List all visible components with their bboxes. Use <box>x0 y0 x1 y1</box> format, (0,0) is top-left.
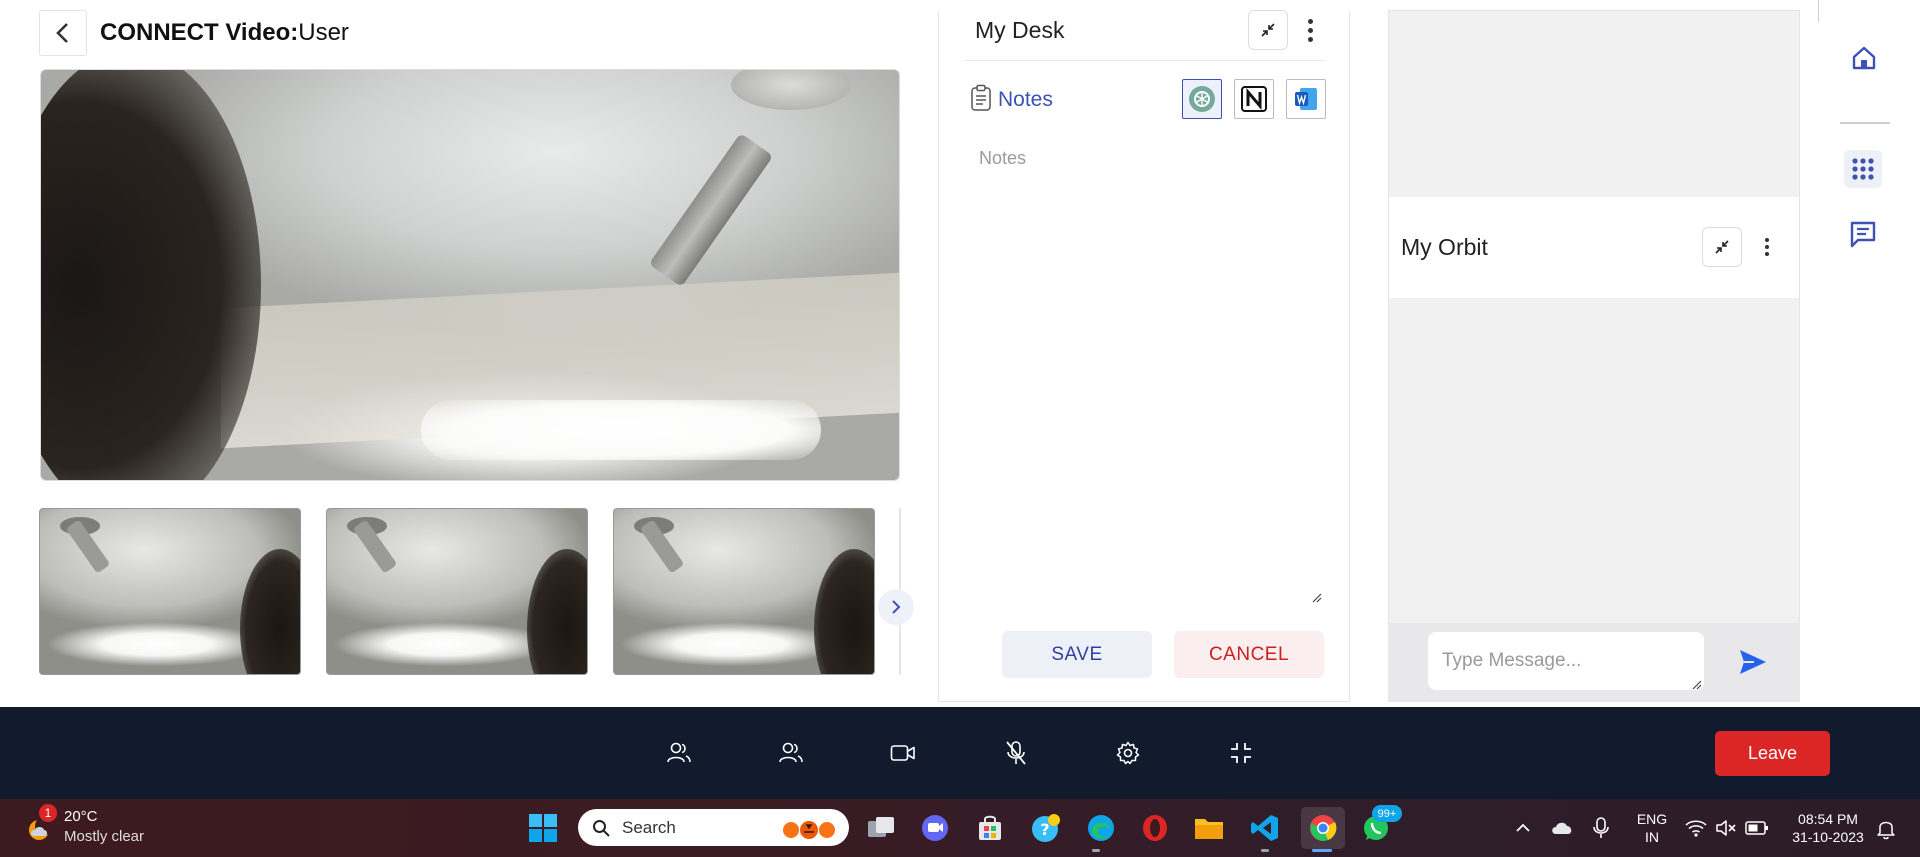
halloween-decoration-icon <box>783 820 835 839</box>
weather-temp: 20°C <box>64 808 98 825</box>
task-view-icon[interactable] <box>862 809 900 847</box>
desk-left-border <box>938 10 939 702</box>
orbit-more-icon[interactable] <box>1759 235 1775 259</box>
orbit-panel <box>1388 10 1800 702</box>
resize-grip-icon[interactable] <box>1690 677 1702 690</box>
taskbar-search[interactable]: Search <box>578 809 849 846</box>
whatsapp-badge: 99+ <box>1372 805 1402 822</box>
weather-badge: 1 <box>39 804 57 822</box>
notion-icon[interactable] <box>1234 79 1274 119</box>
edge-icon[interactable] <box>1082 809 1120 847</box>
vscode-running-indicator <box>1261 849 1269 852</box>
page-title: CONNECT Video:User <box>100 19 349 46</box>
clock-date: 31-10-2023 <box>1792 829 1864 845</box>
group-icon[interactable] <box>773 735 809 771</box>
collapse-icon <box>1715 240 1729 254</box>
clock-time: 08:54 PM <box>1798 811 1858 827</box>
notes-textarea[interactable] <box>965 140 1325 605</box>
chevron-right-icon <box>892 600 901 614</box>
volume-muted-icon[interactable] <box>1715 818 1737 838</box>
lang-bottom: IN <box>1645 829 1659 845</box>
collapse-icon <box>1261 23 1275 37</box>
vscode-icon[interactable] <box>1246 809 1284 847</box>
thumbnails-next-button[interactable] <box>878 589 914 625</box>
apps-grid-icon[interactable] <box>1844 150 1882 188</box>
rail-border <box>1818 0 1819 22</box>
battery-icon[interactable] <box>1745 819 1769 837</box>
mic-muted-icon[interactable] <box>998 735 1034 771</box>
participant-thumbnail[interactable] <box>39 508 301 675</box>
desk-header-divider <box>965 60 1325 61</box>
participants-icon[interactable] <box>661 735 697 771</box>
call-control-bar <box>0 707 1920 799</box>
participant-thumbnail[interactable] <box>326 508 588 675</box>
opera-icon[interactable] <box>1136 809 1174 847</box>
file-explorer-icon[interactable] <box>1190 809 1228 847</box>
search-icon <box>593 819 610 837</box>
desk-bottom-border <box>939 701 1350 702</box>
chrome-icon[interactable] <box>1301 807 1345 849</box>
chrome-active-indicator <box>1312 849 1332 852</box>
windows-start-icon[interactable] <box>524 809 562 847</box>
desk-right-border <box>1349 10 1350 702</box>
svg-text:?: ? <box>1040 820 1049 839</box>
desk-collapse-button[interactable] <box>1248 10 1288 50</box>
exit-fullscreen-icon[interactable] <box>1223 735 1259 771</box>
search-label: Search <box>622 817 676 837</box>
desk-more-icon[interactable] <box>1300 12 1320 48</box>
cancel-button[interactable]: CANCEL <box>1174 631 1324 678</box>
onedrive-icon[interactable] <box>1550 818 1574 838</box>
desk-title: My Desk <box>975 17 1065 43</box>
leave-button[interactable]: Leave <box>1715 731 1830 776</box>
help-icon[interactable]: ? <box>1027 809 1065 847</box>
wifi-icon[interactable] <box>1685 818 1707 838</box>
edge-running-indicator <box>1092 849 1100 852</box>
word-icon[interactable] <box>1286 79 1326 119</box>
main-video-feed <box>40 69 900 481</box>
teams-chat-icon[interactable] <box>916 809 954 847</box>
notes-tab[interactable]: Notes <box>998 88 1053 112</box>
notes-clipboard-icon <box>970 84 992 112</box>
home-icon[interactable] <box>1850 44 1878 72</box>
notification-bell-icon[interactable] <box>1876 818 1896 840</box>
message-input[interactable] <box>1428 632 1704 690</box>
clock[interactable]: 08:54 PM 31-10-2023 <box>1784 810 1872 846</box>
camera-icon[interactable] <box>885 735 921 771</box>
orbit-collapse-button[interactable] <box>1702 227 1742 267</box>
chevron-left-icon <box>56 23 68 43</box>
chevron-up-icon[interactable] <box>1514 819 1532 837</box>
settings-icon[interactable] <box>1110 735 1146 771</box>
save-button[interactable]: SAVE <box>1002 631 1152 678</box>
weather-desc: Mostly clear <box>64 828 145 845</box>
rail-divider <box>1840 122 1890 124</box>
chat-icon[interactable] <box>1849 220 1877 248</box>
send-icon[interactable] <box>1738 648 1768 676</box>
store-icon[interactable] <box>971 809 1009 847</box>
resize-grip-icon[interactable] <box>1310 590 1322 603</box>
chatgpt-icon[interactable] <box>1182 79 1222 119</box>
lang-top: ENG <box>1636 811 1668 827</box>
back-button[interactable] <box>39 10 87 56</box>
microphone-icon[interactable] <box>1592 816 1610 840</box>
participant-thumbnail[interactable] <box>613 508 875 675</box>
orbit-title: My Orbit <box>1401 234 1488 260</box>
input-language[interactable]: ENG IN <box>1630 810 1674 846</box>
